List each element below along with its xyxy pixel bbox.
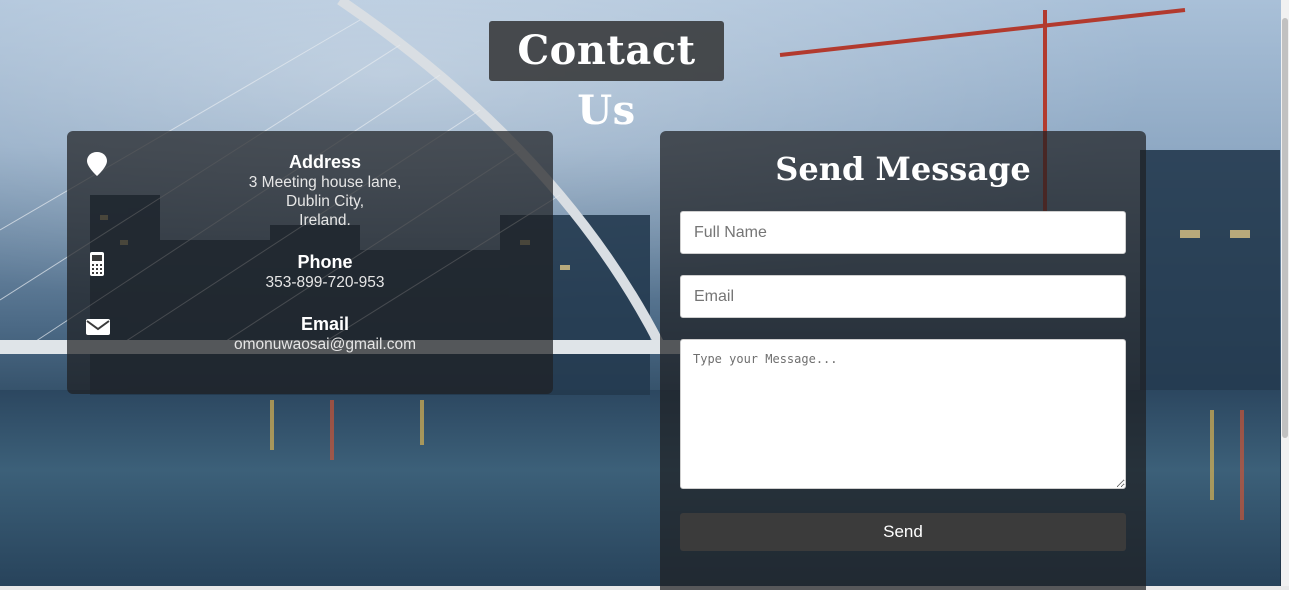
address-line-1: 3 Meeting house lane,	[248, 174, 402, 191]
envelope-icon	[85, 317, 110, 343]
scrollbar-thumb[interactable]	[1282, 18, 1288, 438]
email-block: Email omonuwaosai@gmail.com	[67, 313, 553, 354]
address-heading: Address	[288, 152, 362, 172]
phone-heading: Phone	[297, 252, 353, 272]
send-button[interactable]: Send	[680, 513, 1126, 551]
phone-block: Phone 353-899-720-953	[67, 251, 553, 292]
address-line-2: Dublin City,	[285, 193, 365, 210]
map-pin-icon	[85, 151, 109, 177]
email-address: omonuwaosai@gmail.com	[233, 336, 416, 353]
address-line-3: Ireland.	[299, 212, 351, 229]
email-input[interactable]	[680, 275, 1126, 318]
form-title: Send Message	[775, 150, 1031, 188]
address-block: Address 3 Meeting house lane, Dublin Cit…	[67, 151, 553, 230]
message-textarea[interactable]	[680, 339, 1126, 489]
phone-number: 353-899-720-953	[265, 274, 385, 291]
email-heading: Email	[300, 314, 350, 334]
page-scrollbar[interactable]	[1281, 0, 1289, 590]
contact-page: Contact Us Address 3 Meeting house lane,…	[0, 0, 1289, 590]
page-title: Contact Us	[489, 21, 724, 134]
send-message-form: Send Message Send	[660, 131, 1146, 590]
mobile-phone-icon	[85, 251, 109, 277]
full-name-input[interactable]	[680, 211, 1126, 254]
contact-info-panel: Address 3 Meeting house lane, Dublin Cit…	[67, 131, 553, 394]
